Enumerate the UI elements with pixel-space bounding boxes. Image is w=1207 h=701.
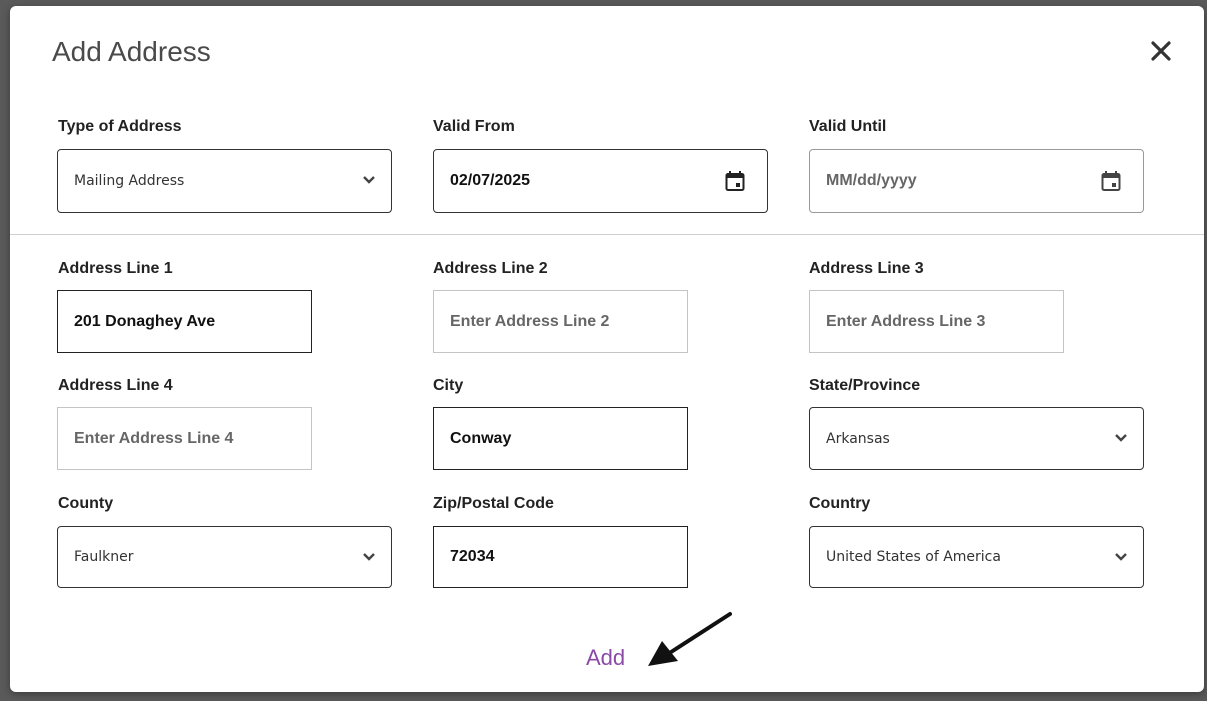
address-line-4-label: Address Line 4 bbox=[58, 377, 173, 394]
valid-from-value: 02/07/2025 bbox=[450, 172, 531, 189]
address-line-4-input[interactable]: Enter Address Line 4 bbox=[57, 407, 312, 470]
chevron-down-icon bbox=[363, 176, 375, 184]
add-address-modal: Add Address Type of Address Mailing Addr… bbox=[10, 6, 1204, 692]
close-icon[interactable] bbox=[1144, 34, 1178, 68]
address-line-1-label: Address Line 1 bbox=[58, 260, 173, 277]
city-label: City bbox=[433, 377, 464, 394]
address-line-3-label: Address Line 3 bbox=[809, 260, 924, 277]
type-of-address-select[interactable]: Mailing Address bbox=[57, 149, 392, 213]
calendar-icon[interactable] bbox=[1101, 170, 1121, 192]
county-select[interactable]: Faulkner bbox=[57, 526, 392, 588]
address-line-4-placeholder: Enter Address Line 4 bbox=[74, 429, 234, 447]
city-input[interactable]: Conway bbox=[433, 407, 688, 470]
valid-until-placeholder: MM/dd/yyyy bbox=[826, 172, 917, 189]
modal-title: Add Address bbox=[52, 36, 211, 67]
city-value: Conway bbox=[450, 429, 512, 447]
valid-from-label: Valid From bbox=[433, 118, 515, 135]
arrow-icon bbox=[648, 612, 732, 666]
state-province-select[interactable]: Arkansas bbox=[809, 407, 1144, 470]
chevron-down-icon bbox=[1115, 434, 1127, 442]
type-of-address-value: Mailing Address bbox=[74, 173, 185, 189]
type-of-address-label: Type of Address bbox=[58, 118, 182, 135]
country-value: United States of America bbox=[826, 549, 1001, 565]
address-line-3-placeholder: Enter Address Line 3 bbox=[826, 312, 986, 330]
add-button[interactable]: Add bbox=[586, 645, 625, 671]
address-line-1-input[interactable]: 201 Donaghey Ave bbox=[57, 290, 312, 353]
address-line-1-value: 201 Donaghey Ave bbox=[74, 312, 216, 330]
zip-postal-code-input[interactable]: 72034 bbox=[433, 526, 688, 588]
county-value: Faulkner bbox=[74, 549, 134, 565]
section-divider bbox=[10, 234, 1204, 235]
zip-postal-code-label: Zip/Postal Code bbox=[433, 495, 554, 512]
state-province-value: Arkansas bbox=[826, 430, 890, 447]
country-label: Country bbox=[809, 495, 871, 512]
calendar-icon[interactable] bbox=[725, 170, 745, 192]
address-line-3-input[interactable]: Enter Address Line 3 bbox=[809, 290, 1064, 353]
country-select[interactable]: United States of America bbox=[809, 526, 1144, 588]
address-line-2-input[interactable]: Enter Address Line 2 bbox=[433, 290, 688, 353]
county-label: County bbox=[58, 495, 114, 512]
zip-postal-code-value: 72034 bbox=[450, 548, 495, 565]
state-province-label: State/Province bbox=[809, 377, 921, 394]
valid-until-input[interactable]: MM/dd/yyyy bbox=[809, 149, 1144, 213]
valid-from-input[interactable]: 02/07/2025 bbox=[433, 149, 768, 213]
chevron-down-icon bbox=[363, 553, 375, 561]
chevron-down-icon bbox=[1115, 553, 1127, 561]
valid-until-label: Valid Until bbox=[809, 118, 887, 135]
address-line-2-label: Address Line 2 bbox=[433, 260, 548, 277]
address-line-2-placeholder: Enter Address Line 2 bbox=[450, 312, 610, 330]
